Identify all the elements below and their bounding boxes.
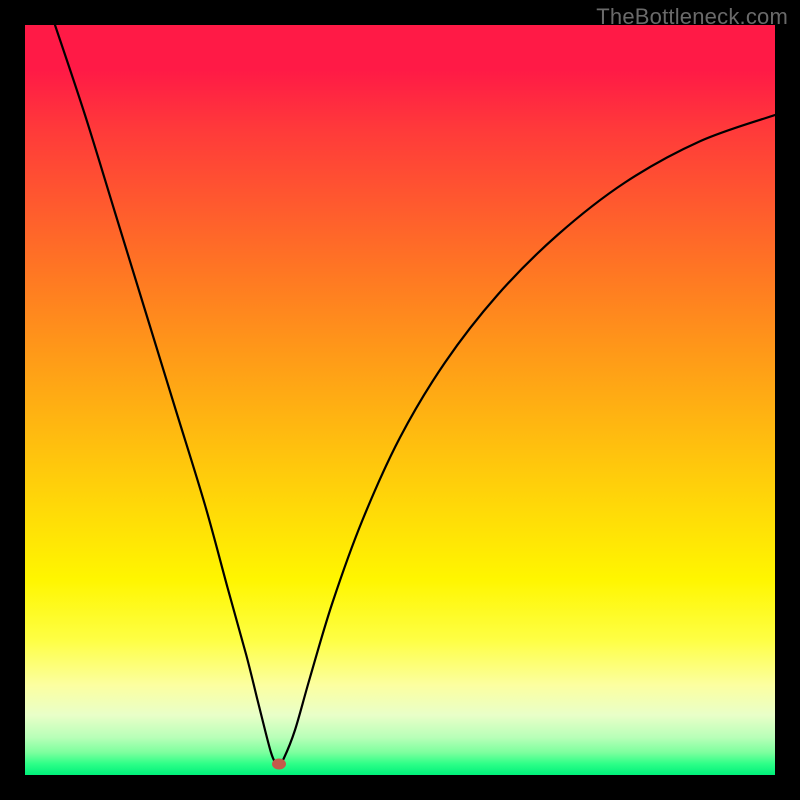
plot-area (25, 25, 775, 775)
chart-frame: TheBottleneck.com (0, 0, 800, 800)
bottleneck-curve (25, 25, 775, 775)
minimum-marker-icon (272, 758, 286, 769)
